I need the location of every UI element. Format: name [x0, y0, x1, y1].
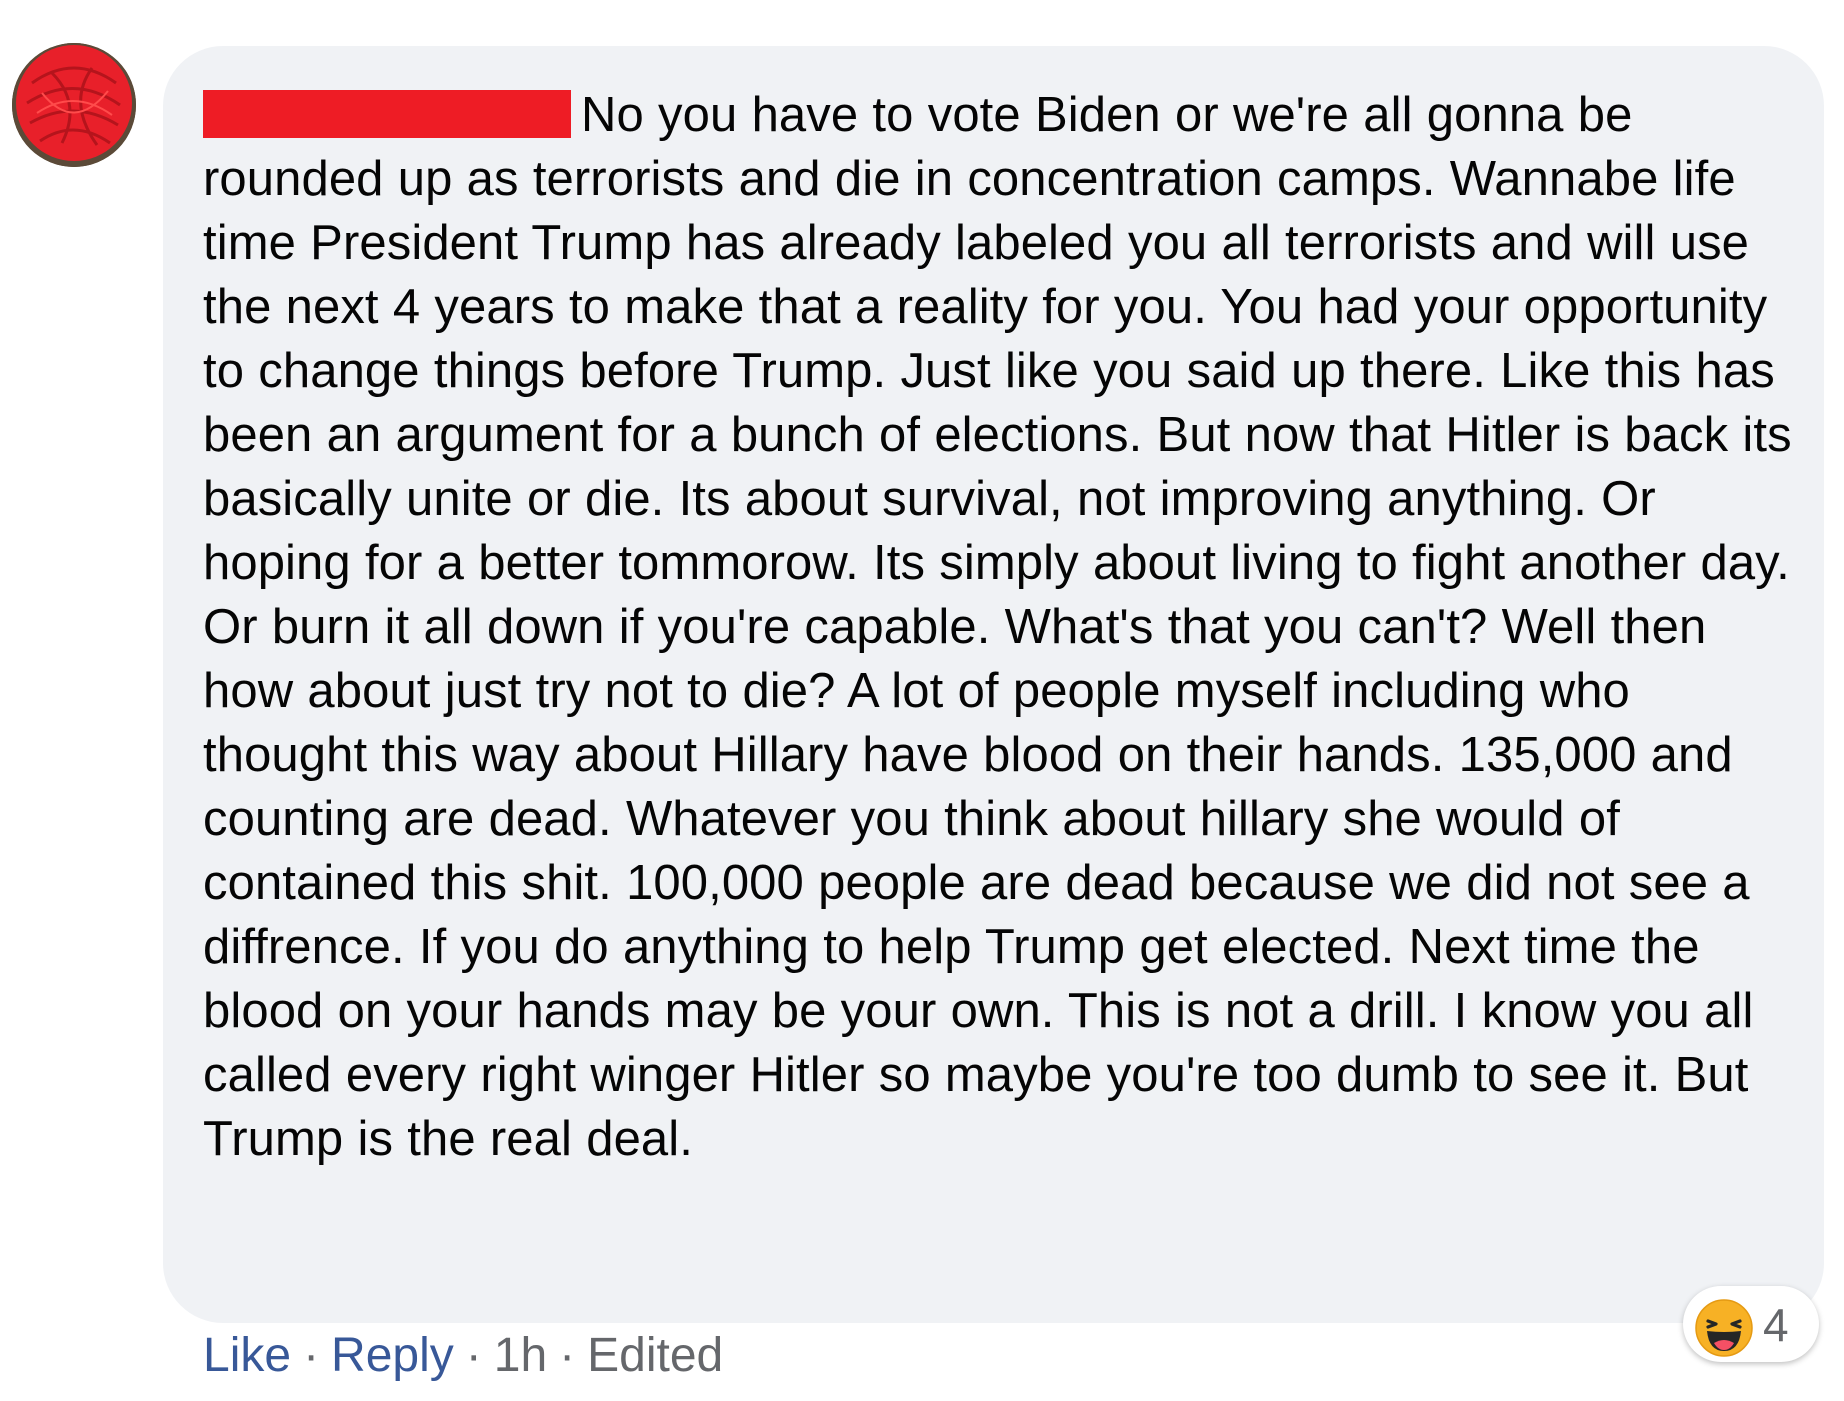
reaction-count: 4 [1763, 1299, 1789, 1351]
comment-actions: Like · Reply · 1h · Edited [203, 1328, 723, 1384]
comment-timestamp[interactable]: 1h [494, 1329, 547, 1382]
haha-emoji-icon [1695, 1299, 1753, 1357]
comment-author-name[interactable] [203, 90, 571, 138]
separator-dot: · [303, 1329, 320, 1382]
comment-text: No you have to vote Biden or we're all g… [203, 88, 1792, 1166]
avatar[interactable] [12, 43, 136, 167]
separator-dot: · [465, 1329, 482, 1382]
like-button[interactable]: Like [203, 1329, 291, 1382]
comment-bubble: No you have to vote Biden or we're all g… [163, 46, 1824, 1323]
separator-dot: · [559, 1329, 576, 1382]
redacted-avatar-icon [12, 43, 136, 167]
reply-button[interactable]: Reply [331, 1329, 454, 1382]
reaction-summary[interactable]: 4 [1683, 1286, 1819, 1362]
comment-body: No you have to vote Biden or we're all g… [203, 83, 1798, 1171]
edited-label[interactable]: Edited [587, 1329, 723, 1382]
